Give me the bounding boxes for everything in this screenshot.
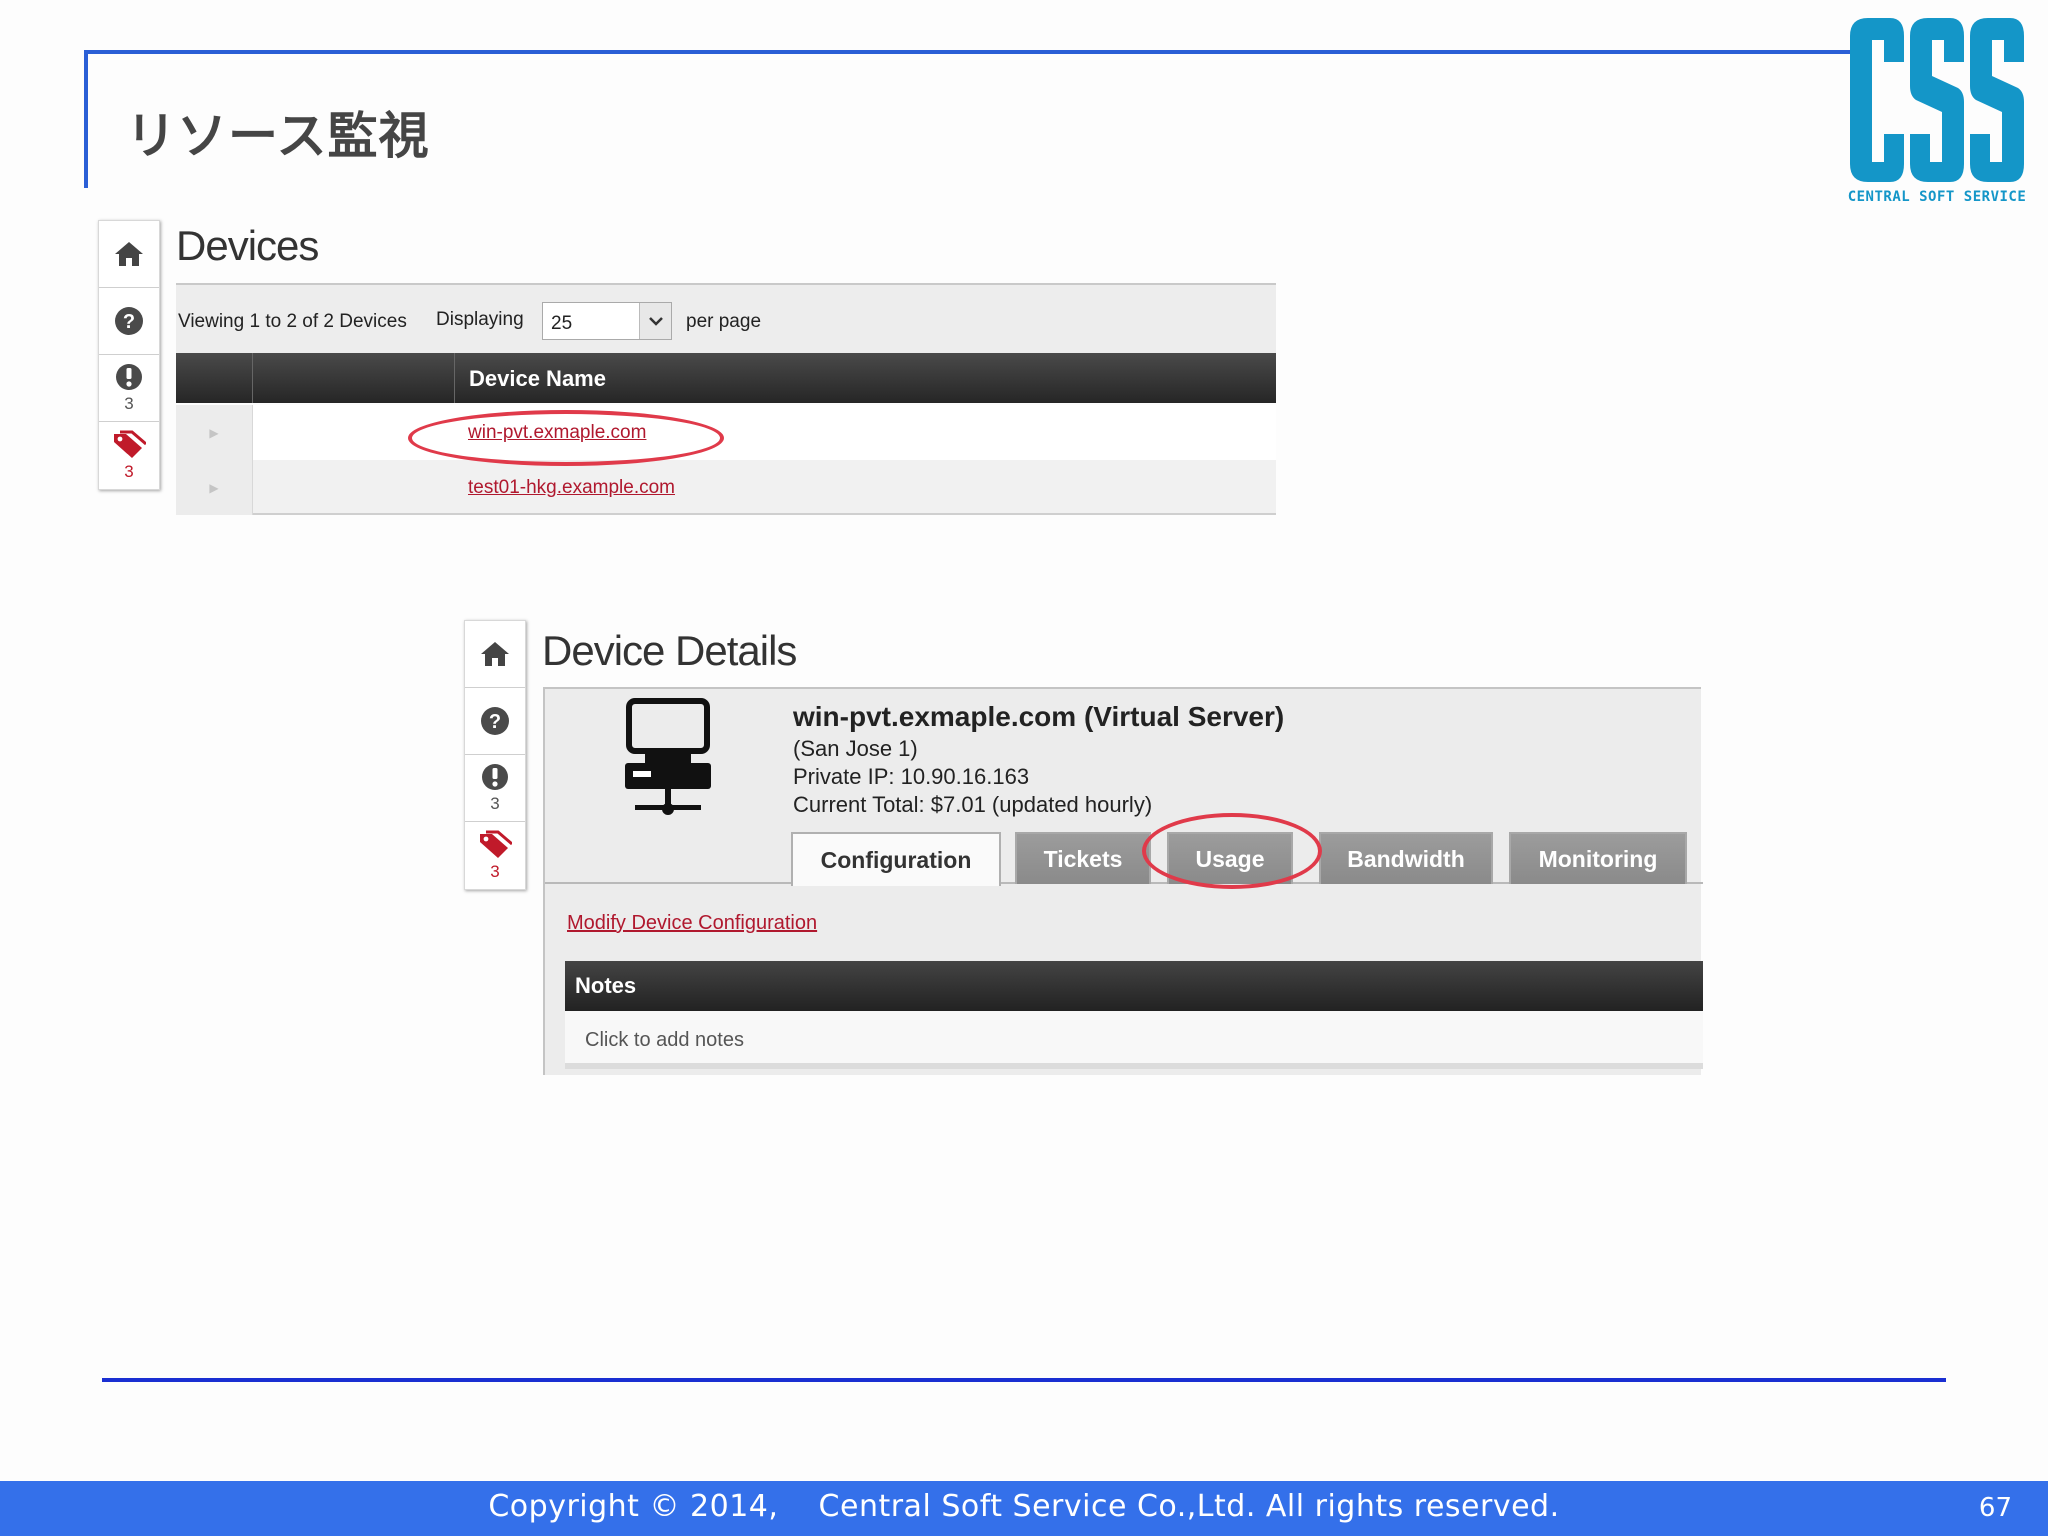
table-row: ▶ win-pvt.exmaple.com — [176, 405, 1276, 460]
displaying-label: Displaying — [436, 309, 524, 330]
tag-count: 3 — [490, 861, 500, 881]
alert-icon — [482, 764, 508, 790]
help-button[interactable]: ? — [465, 688, 525, 755]
help-button[interactable]: ? — [99, 288, 159, 355]
tags-button[interactable]: 3 — [465, 822, 525, 889]
pagination-bar: Viewing 1 to 2 of 2 Devices Displaying 2… — [176, 283, 1276, 353]
table-row: ▶ test01-hkg.example.com — [176, 460, 1276, 515]
device-link[interactable]: test01-hkg.example.com — [468, 477, 675, 499]
devices-table-header: Device Name — [176, 353, 1276, 403]
alert-count: 3 — [124, 394, 134, 413]
device-info: win-pvt.exmaple.com (Virtual Server) (Sa… — [793, 699, 1284, 819]
alert-icon — [116, 364, 142, 390]
home-button[interactable] — [99, 221, 159, 288]
highlight-ring-device-link — [408, 410, 724, 466]
slide-title: リソース監視 — [126, 107, 430, 165]
per-page-label: per page — [686, 311, 762, 332]
highlight-ring-usage-tab — [1142, 813, 1322, 889]
device-details-title: Device Details — [542, 627, 797, 674]
per-page-value: 25 — [551, 313, 573, 334]
alert-count: 3 — [490, 794, 500, 813]
per-page-select[interactable]: 25 — [542, 302, 672, 340]
footer-bar: Copyright © 2014, Central Soft Service C… — [0, 1481, 2048, 1536]
chevron-down-icon[interactable] — [639, 303, 671, 339]
side-icon-rail-devices: ? 3 3 — [98, 220, 160, 490]
device-details-panel: win-pvt.exmaple.com (Virtual Server) (Sa… — [543, 687, 1703, 1075]
tab-bandwidth[interactable]: Bandwidth — [1319, 832, 1493, 884]
device-name: win-pvt.exmaple.com (Virtual Server) — [793, 701, 1285, 732]
svg-text:?: ? — [123, 311, 135, 333]
home-icon — [481, 642, 509, 666]
home-icon — [115, 242, 143, 266]
tag-count: 3 — [124, 461, 134, 481]
css-logo — [1850, 18, 2024, 182]
notes-header: Notes — [565, 961, 1703, 1011]
footer-divider — [102, 1378, 1946, 1382]
alerts-button[interactable]: 3 — [465, 755, 525, 822]
expand-arrow-icon[interactable]: ▶ — [176, 460, 253, 515]
tab-configuration[interactable]: Configuration — [791, 832, 1001, 886]
tab-monitoring[interactable]: Monitoring — [1509, 832, 1687, 884]
expand-arrow-icon[interactable]: ▶ — [176, 405, 253, 460]
notes-input[interactable]: Click to add notes — [565, 1011, 1703, 1069]
page-number: 67 — [1978, 1493, 2012, 1523]
modify-device-configuration-link[interactable]: Modify Device Configuration — [567, 912, 817, 935]
devices-title: Devices — [176, 222, 319, 269]
tags-button[interactable]: 3 — [99, 422, 159, 489]
virtual-server-icon — [625, 698, 711, 815]
device-location: (San Jose 1) — [793, 736, 918, 761]
help-icon: ? — [115, 307, 143, 335]
tags-icon — [114, 430, 146, 458]
column-header-device-name[interactable]: Device Name — [469, 366, 606, 392]
device-private-ip: Private IP: 10.90.16.163 — [793, 764, 1030, 789]
copyright-text: Copyright © 2014, Central Soft Service C… — [488, 1489, 1560, 1524]
home-button[interactable] — [465, 621, 525, 688]
logo-tagline: CENTRAL SOFT SERVICE — [1847, 189, 2027, 205]
svg-text:?: ? — [489, 711, 501, 733]
help-icon: ? — [481, 707, 509, 735]
alerts-button[interactable]: 3 — [99, 355, 159, 422]
viewing-count-text: Viewing 1 to 2 of 2 Devices — [178, 311, 407, 332]
side-icon-rail-details: ? 3 3 — [464, 620, 526, 890]
tags-icon — [480, 830, 512, 858]
tab-tickets[interactable]: Tickets — [1015, 832, 1151, 884]
